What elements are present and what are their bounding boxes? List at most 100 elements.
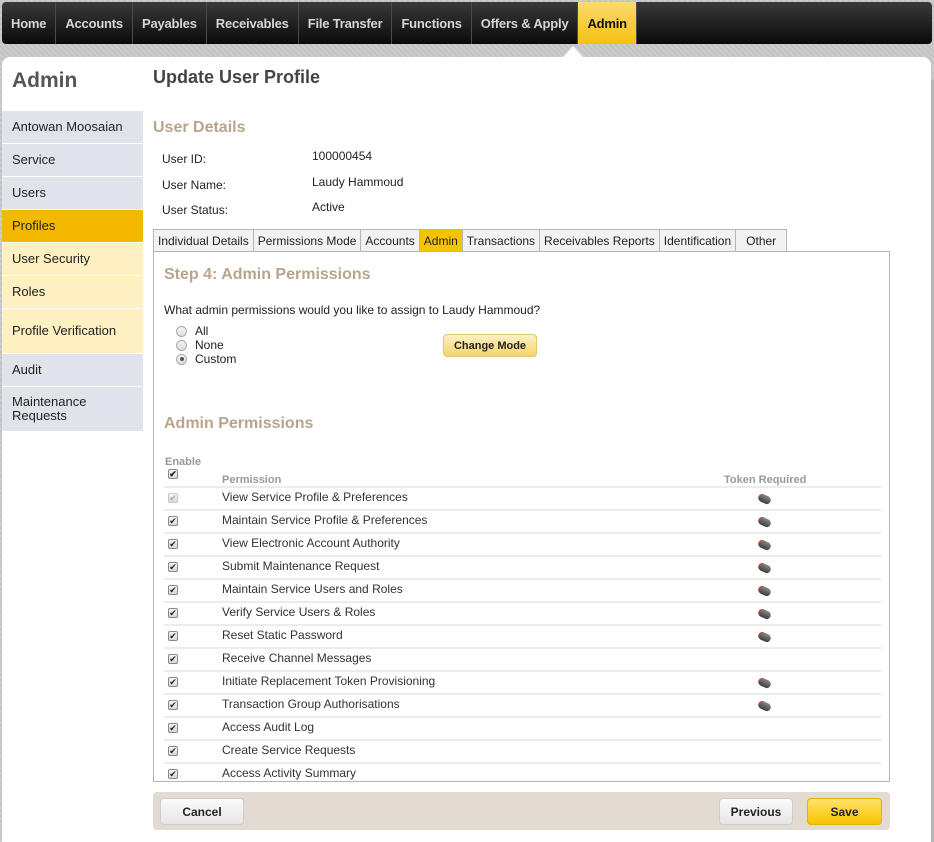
sidebar-item-user-security[interactable]: User Security xyxy=(2,243,143,276)
tab-accounts[interactable]: Accounts xyxy=(360,229,419,252)
user-details: User ID: 100000454 User Name: Laudy Hammoud… xyxy=(162,149,562,226)
radio-label: All xyxy=(195,324,209,338)
radio-all[interactable] xyxy=(176,325,187,337)
token-required-cell xyxy=(756,538,773,552)
security-token-icon xyxy=(756,538,773,552)
permission-checkbox[interactable]: ✔ xyxy=(168,654,178,664)
token-required-cell xyxy=(756,676,773,690)
sidebar: Antowan Moosaian Service Users Profiles User… xyxy=(2,111,143,432)
radio-label: None xyxy=(195,338,224,352)
main-container: Admin Antowan Moosaian Service Users Profil… xyxy=(2,57,931,842)
permission-checkbox[interactable]: ✔ xyxy=(168,516,178,526)
permission-row: ✔ Transaction Group Authorisations xyxy=(164,693,881,716)
step-title: Step 4: Admin Permissions xyxy=(164,266,371,283)
nav-receivables[interactable]: Receivables xyxy=(207,2,299,44)
tab-permissions-mode[interactable]: Permissions Mode xyxy=(252,229,361,252)
sidebar-title: Admin xyxy=(12,69,78,92)
permission-row: ✔ Reset Static Password xyxy=(164,624,881,647)
permission-checkbox[interactable]: ✔ xyxy=(168,746,178,756)
permission-row: ✔ Create Service Requests xyxy=(164,739,881,762)
permission-name: View Service Profile & Preferences xyxy=(222,490,408,504)
previous-button[interactable]: Previous xyxy=(719,798,793,825)
security-token-icon xyxy=(756,561,773,575)
token-required-cell xyxy=(756,561,773,575)
security-token-icon xyxy=(756,676,773,690)
permission-name: Maintain Service Users and Roles xyxy=(222,582,403,596)
sidebar-item-audit[interactable]: Audit xyxy=(2,354,143,387)
detail-value: Laudy Hammoud xyxy=(312,174,404,189)
permission-checkbox[interactable]: ✔ xyxy=(168,677,178,687)
sidebar-item-maintenance-requests[interactable]: Maintenance Requests xyxy=(2,387,143,432)
permission-name: Submit Maintenance Request xyxy=(222,559,380,573)
nav-offers-apply[interactable]: Offers & Apply xyxy=(472,2,579,44)
permission-name: Transaction Group Authorisations xyxy=(222,697,400,711)
tab-individual-details[interactable]: Individual Details xyxy=(153,229,253,252)
token-required-cell xyxy=(756,492,773,506)
token-required-cell xyxy=(756,515,773,529)
permissions-table: Enable ✔ Permission Token Required ✔ View… xyxy=(164,456,881,785)
tab-other[interactable]: Other xyxy=(735,229,788,252)
detail-label: User Status: xyxy=(162,203,229,217)
tab-content: Step 4: Admin Permissions What admin per… xyxy=(153,251,890,782)
tab-transactions[interactable]: Transactions xyxy=(461,229,540,252)
top-navigation: Home Accounts Payables Receivables File Tran… xyxy=(2,2,932,44)
permission-checkbox[interactable]: ✔ xyxy=(168,562,178,572)
permission-checkbox[interactable]: ✔ xyxy=(168,700,178,710)
permission-checkbox[interactable]: ✔ xyxy=(168,539,178,549)
permission-checkbox[interactable]: ✔ xyxy=(168,631,178,641)
security-token-icon xyxy=(756,607,773,621)
save-button[interactable]: Save xyxy=(807,798,882,825)
sidebar-item-profile-verification[interactable]: Profile Verification xyxy=(2,309,143,354)
radio-none[interactable] xyxy=(176,339,187,351)
nav-admin[interactable]: Admin xyxy=(578,2,637,44)
permission-checkbox[interactable]: ✔ xyxy=(168,723,178,733)
permission-row: ✔ Maintain Service Profile & Preferences xyxy=(164,509,881,532)
sidebar-item-profiles[interactable]: Profiles xyxy=(2,210,143,243)
permission-row: ✔ View Electronic Account Authority xyxy=(164,532,881,555)
detail-row: User Status: Active xyxy=(162,200,562,226)
permission-column-header: Permission xyxy=(222,474,282,486)
footer-action-bar: Cancel Previous Save xyxy=(153,792,890,830)
radio-option-custom[interactable]: Custom xyxy=(176,352,236,366)
permission-row: ✔ Access Activity Summary xyxy=(164,762,881,785)
tab-identification[interactable]: Identification xyxy=(658,229,736,252)
nav-home[interactable]: Home xyxy=(2,2,57,44)
permission-name: Initiate Replacement Token Provisioning xyxy=(222,674,436,688)
change-mode-button[interactable]: Change Mode xyxy=(443,334,537,357)
tab-receivables-reports[interactable]: Receivables Reports xyxy=(539,229,659,252)
permission-checkbox[interactable]: ✔ xyxy=(168,585,178,595)
token-required-cell xyxy=(756,630,773,644)
permissions-table-header: Enable ✔ Permission Token Required xyxy=(164,456,881,486)
permission-row: ✔ Verify Service Users & Roles xyxy=(164,601,881,624)
detail-row: User Name: Laudy Hammoud xyxy=(162,175,562,201)
radio-option-none[interactable]: None xyxy=(176,338,236,352)
sidebar-item-users[interactable]: Users xyxy=(2,177,143,210)
cancel-button[interactable]: Cancel xyxy=(160,798,244,825)
radio-custom[interactable] xyxy=(176,353,187,365)
nav-functions[interactable]: Functions xyxy=(392,2,472,44)
sidebar-item-service[interactable]: Service xyxy=(2,144,143,177)
permission-name: Verify Service Users & Roles xyxy=(222,605,376,619)
permission-row: ✔ Access Audit Log xyxy=(164,716,881,739)
tab-admin[interactable]: Admin xyxy=(418,229,462,252)
nav-file-transfer[interactable]: File Transfer xyxy=(299,2,393,44)
detail-row: User ID: 100000454 xyxy=(162,149,562,175)
permission-name: Receive Channel Messages xyxy=(222,651,372,665)
permission-name: Access Audit Log xyxy=(222,720,315,734)
nav-accounts[interactable]: Accounts xyxy=(56,2,133,44)
permission-checkbox: ✔ xyxy=(168,493,178,503)
sidebar-item-antowan-moosaian[interactable]: Antowan Moosaian xyxy=(2,111,143,144)
select-all-checkbox[interactable]: ✔ xyxy=(168,469,178,479)
nav-payables[interactable]: Payables xyxy=(133,2,207,44)
permission-checkbox[interactable]: ✔ xyxy=(168,608,178,618)
permission-checkbox[interactable]: ✔ xyxy=(168,769,178,779)
permission-name: View Electronic Account Authority xyxy=(222,536,400,550)
permission-mode-radios: All None Custom xyxy=(176,324,236,366)
page-title: Update User Profile xyxy=(153,67,321,87)
permission-row: ✔ Initiate Replacement Token Provisioning xyxy=(164,670,881,693)
security-token-icon xyxy=(756,492,773,506)
permission-row: ✔ Submit Maintenance Request xyxy=(164,555,881,578)
security-token-icon xyxy=(756,515,773,529)
sidebar-item-roles[interactable]: Roles xyxy=(2,276,143,309)
radio-option-all[interactable]: All xyxy=(176,324,236,338)
